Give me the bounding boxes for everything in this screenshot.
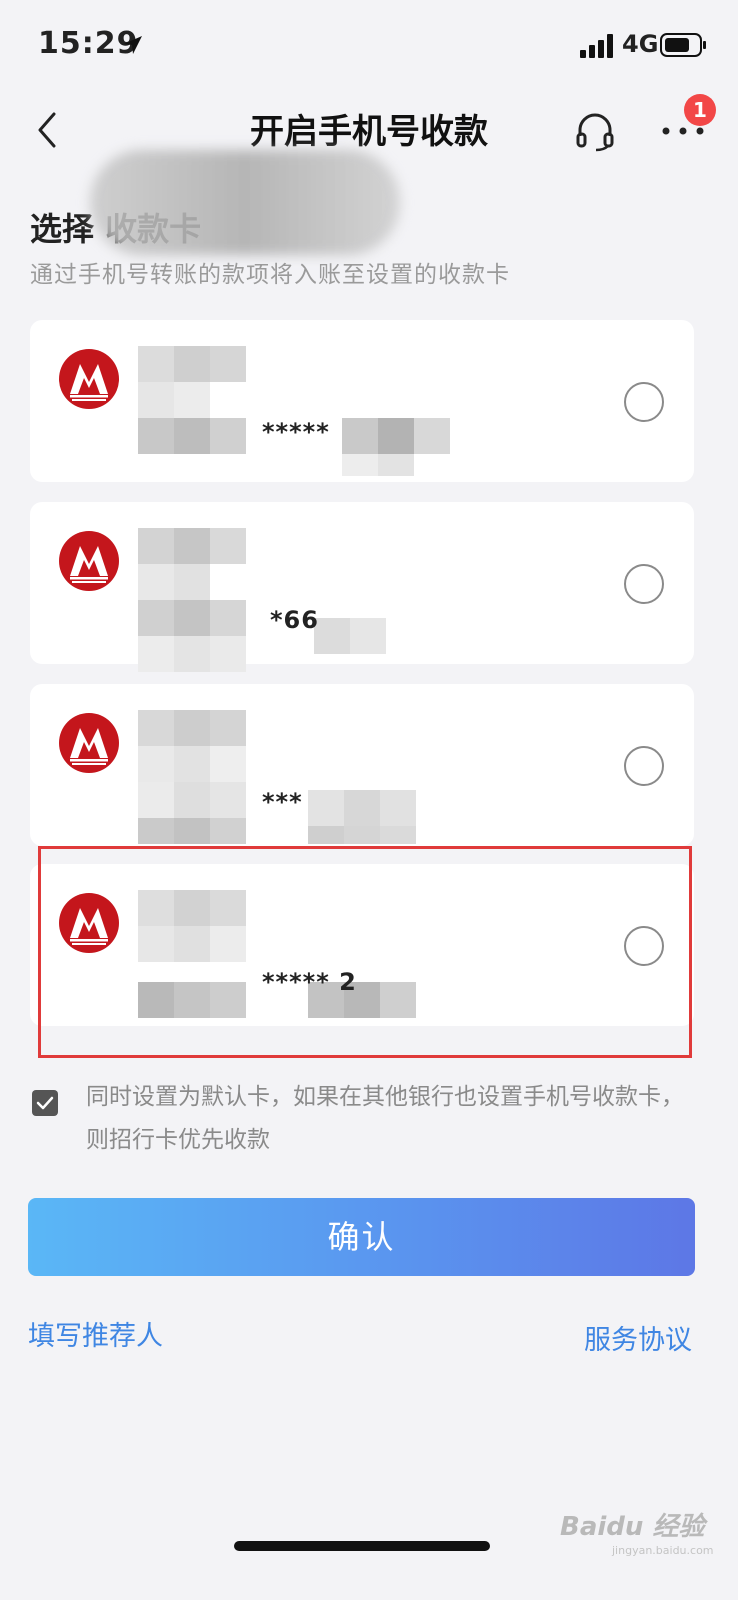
card-number: ***** bbox=[262, 418, 330, 446]
cmb-bank-logo bbox=[59, 349, 119, 409]
checkmark-icon bbox=[36, 1096, 54, 1110]
notification-badge: 1 bbox=[684, 94, 716, 126]
signal-icon bbox=[580, 34, 613, 58]
card-number: *** bbox=[262, 788, 303, 816]
confirm-button[interactable]: 确认 bbox=[28, 1198, 695, 1276]
card-item[interactable]: *66 bbox=[30, 502, 694, 672]
headset-icon[interactable] bbox=[574, 110, 616, 152]
cmb-bank-logo bbox=[59, 531, 119, 591]
network-label: 4G bbox=[622, 30, 659, 58]
default-card-text: 同时设置为默认卡，如果在其他银行也设置手机号收款卡，则招行卡优先收款 bbox=[86, 1084, 684, 1153]
home-indicator[interactable] bbox=[234, 1541, 490, 1551]
card-number: *66 bbox=[270, 606, 319, 634]
card-item[interactable]: ***** bbox=[30, 320, 694, 482]
watermark: Baidu 经验 bbox=[560, 1512, 705, 1542]
card-radio[interactable] bbox=[624, 746, 664, 786]
privacy-blur bbox=[90, 150, 400, 255]
page-title: 开启手机号收款 bbox=[250, 112, 488, 152]
battery-icon bbox=[660, 33, 706, 57]
card-radio[interactable] bbox=[624, 564, 664, 604]
watermark-url: jingyan.baidu.com bbox=[612, 1544, 714, 1557]
agreement-link[interactable]: 服务协议 bbox=[584, 1318, 692, 1357]
location-arrow-icon bbox=[124, 36, 142, 54]
card-radio[interactable] bbox=[624, 382, 664, 422]
card-item[interactable]: *** bbox=[30, 684, 694, 846]
status-bar: 15:29 4G bbox=[0, 0, 738, 90]
section-subtitle: 通过手机号转账的款项将入账至设置的收款卡 bbox=[30, 262, 510, 288]
referrer-link[interactable]: 填写推荐人 bbox=[28, 1314, 163, 1353]
highlight-annotation bbox=[38, 846, 692, 1058]
default-card-checkbox[interactable] bbox=[32, 1090, 58, 1116]
cmb-bank-logo bbox=[59, 713, 119, 773]
